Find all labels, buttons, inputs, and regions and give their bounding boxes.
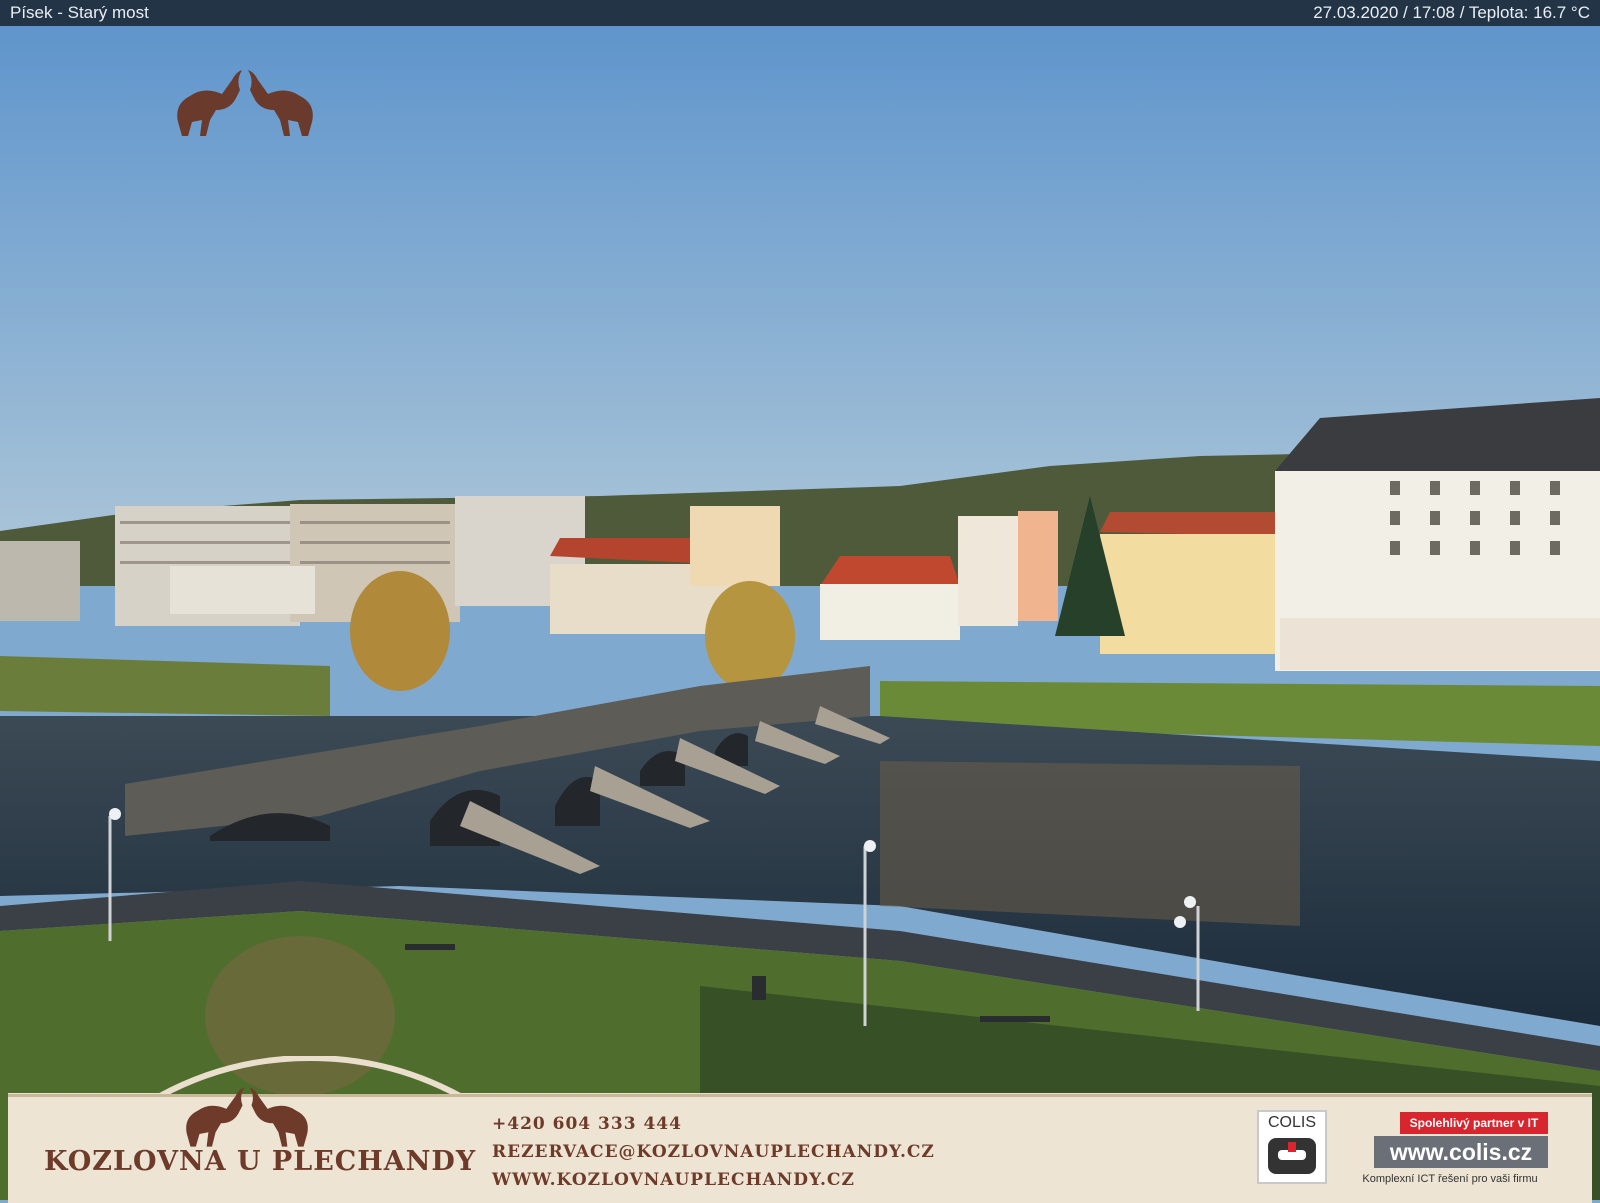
roof-red: [1100, 512, 1275, 536]
colis-tagline: Komplexní ICT řešení pro vaši firmu: [1362, 1173, 1538, 1185]
goats-logo-icon: [186, 1087, 308, 1147]
building: [820, 584, 960, 640]
castle-wall: [1280, 618, 1600, 670]
colis-mark-icon: [1268, 1138, 1316, 1174]
webcam-image: [0, 26, 1600, 1200]
bench: [980, 1016, 1050, 1022]
timestamp-temperature: 27.03.2020 / 17:08 / Teplota: 16.7 °C: [1313, 3, 1590, 22]
email-address: REZERVACE@KOZLOVNAUPLECHANDY.CZ: [492, 1142, 935, 1162]
roof-red: [820, 556, 960, 586]
building: [0, 541, 80, 621]
partner-badge: Spolehlivý partner v IT: [1400, 1112, 1548, 1134]
colis-name: COLIS: [1267, 1114, 1316, 1131]
building: [1018, 511, 1058, 621]
restaurant-name: KOZLOVNA U PLECHANDY: [44, 1146, 477, 1177]
willow-tree: [350, 571, 450, 691]
website-link: WWW.KOZLOVNAUPLECHANDY.CZ: [492, 1170, 855, 1190]
building: [690, 506, 780, 586]
fighting-goats-logo: [177, 70, 313, 136]
building: [1100, 534, 1275, 654]
title-bar: Písek - Starý most 27.03.2020 / 17:08 / …: [0, 0, 1600, 26]
camera-location: Písek - Starý most: [10, 3, 149, 22]
phone-number: +420 604 333 444: [492, 1114, 682, 1134]
trash-bin: [752, 976, 766, 1000]
far-bank-grass: [0, 656, 330, 716]
willow-tree: [705, 581, 795, 691]
building: [170, 566, 315, 614]
colis-url: www.colis.cz: [1374, 1136, 1548, 1168]
bench: [405, 944, 455, 950]
building: [958, 516, 1018, 626]
river-reflection: [880, 761, 1300, 926]
colis-logo: COLIS: [1257, 1110, 1327, 1184]
